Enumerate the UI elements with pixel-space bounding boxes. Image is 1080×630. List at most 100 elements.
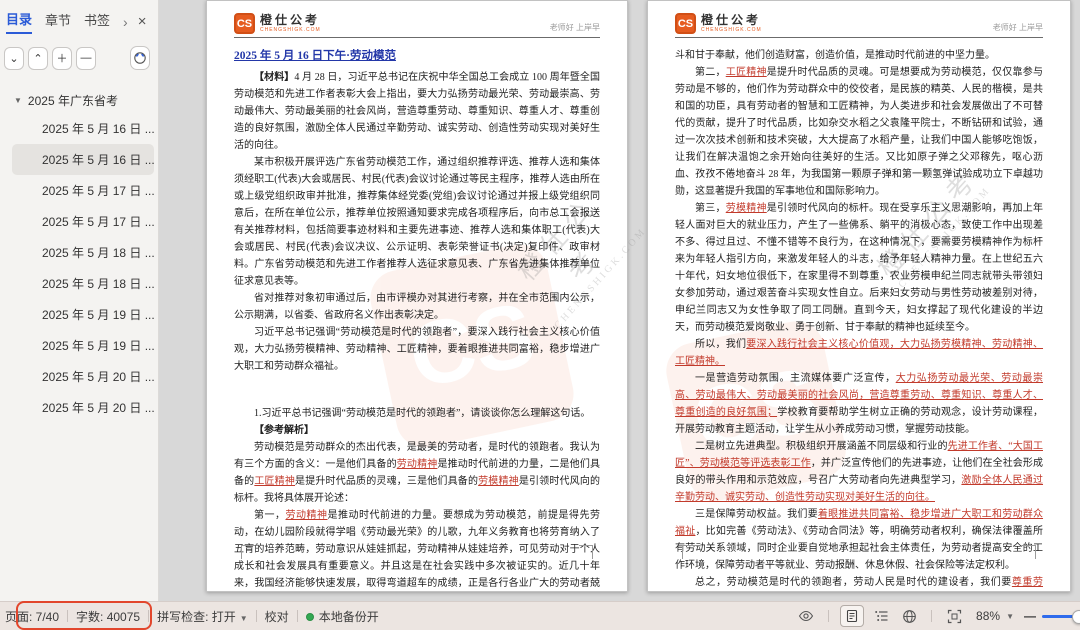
brand-name: 橙仕公考 [260, 14, 321, 26]
toc-item[interactable]: 2025 年 5 月 19 日 ... [12, 330, 154, 361]
toc-item[interactable]: 2025 年 5 月 20 日 ... [12, 392, 154, 423]
page-header: CS 橙仕公考 CHENGSHIGK.COM 老师好 上岸早 [675, 13, 1043, 38]
fullscreen-button[interactable] [943, 606, 965, 626]
fullscreen-icon [947, 609, 962, 624]
tab-bookmarks[interactable]: 书签 [84, 10, 110, 33]
page-view-button[interactable] [840, 605, 864, 627]
paragraph: 斗和甘于奉献，他们创造财富，创造价值，是推动时代前进的中坚力量。 [675, 47, 1043, 64]
page-header: CS 橙仕公考 CHENGSHIGK.COM 老师好 上岸早 [234, 13, 600, 38]
page-margin-mark [241, 545, 255, 559]
toc-item[interactable]: 2025 年 5 月 18 日 ... [12, 237, 154, 268]
toc-parent-label: 2025 年广东省考 [28, 92, 118, 109]
toc-item[interactable]: 2025 年 5 月 18 日 ... [12, 268, 154, 299]
globe-icon [902, 609, 917, 624]
locate-icon [133, 51, 147, 65]
sidebar-toolbar: ⌄ ⌃ ＋ — [0, 39, 158, 76]
paragraph: 第一，劳动精神是推动时代前进的力量。要想成为劳动模范，前提是得先劳动，在幼儿园阶… [234, 507, 600, 591]
paragraph-spacer [234, 375, 600, 405]
toc-item[interactable]: 2025 年 5 月 16 日 ... [12, 144, 154, 175]
paragraph: 总之，劳动模范是时代的领跑者，劳动人民是时代的建设者，我们要尊重劳动、尊重知识、… [675, 574, 1043, 591]
divider [931, 610, 932, 622]
paragraph: 1.习近平总书记强调“劳动模范是时代的领跑者”，请谈谈你怎么理解这句话。 [234, 405, 600, 422]
paragraph: 劳动模范是劳动群众的杰出代表，是最美的劳动者，是时代的领跑者。我认为有三个方面的… [234, 439, 600, 507]
page-body: 【材料】4 月 28 日，习近平总书记在庆祝中华全国总工会成立 100 周年暨全… [234, 69, 600, 591]
document-title: 2025 年 5 月 16 日下午·劳动模范 [234, 47, 600, 63]
app-window: 目录 章节 书签 › × ⌄ ⌃ ＋ — [0, 0, 1080, 630]
divider [148, 610, 149, 622]
zoom-out-button[interactable]: — [1024, 609, 1036, 623]
close-icon[interactable]: × [138, 13, 147, 30]
brand-url: CHENGSHIGK.COM [260, 28, 321, 33]
divider [828, 610, 829, 622]
outline-view-button[interactable] [870, 606, 892, 626]
paragraph: 省对推荐对象初审通过后，由市评模办对其进行考察，并在全市范围内公示，公示期满，以… [234, 290, 600, 324]
paragraph: 一是营造劳动氛围。主流媒体要广泛宣传，大力弘扬劳动最光荣、劳动最崇高、劳动最伟大… [675, 370, 1043, 438]
eye-button[interactable] [795, 606, 817, 626]
divider [67, 610, 68, 622]
paragraph: 【材料】4 月 28 日，习近平总书记在庆祝中华全国总工会成立 100 周年暨全… [234, 69, 600, 154]
sidebar-tab-bar: 目录 章节 书签 › × [0, 0, 158, 39]
document-area[interactable]: CS 橙仕公考 CHENGSHIGK.COM CS 橙仕公考 CHENGSHIG… [159, 0, 1080, 601]
tab-toc[interactable]: 目录 [6, 9, 32, 34]
page-margin-mark [682, 545, 696, 559]
main-area: 目录 章节 书签 › × ⌄ ⌃ ＋ — [0, 0, 1080, 601]
brand-logo-icon: CS [675, 13, 696, 34]
toc-list: 2025 年 5 月 16 日 ...2025 年 5 月 16 日 ...20… [12, 113, 154, 423]
paragraph: 【参考解析】 [234, 422, 600, 439]
page-view-icon [845, 609, 859, 623]
chevron-down-icon: ▼ [240, 614, 248, 623]
spell-check-toggle[interactable]: 拼写检查: 打开▼ [157, 608, 248, 625]
local-backup-indicator[interactable]: 本地备份开 [306, 608, 379, 625]
chevron-right-icon[interactable]: › [123, 14, 128, 30]
zoom-level-indicator[interactable]: 88% [976, 609, 1000, 623]
divider [256, 610, 257, 622]
expand-all-button[interactable]: ＋ [52, 47, 72, 70]
collapse-all-button[interactable]: — [76, 47, 96, 70]
page-margin-mark [1022, 545, 1036, 559]
header-slogan: 老师好 上岸早 [550, 22, 600, 34]
locate-button[interactable] [130, 46, 150, 70]
brand-logo-icon: CS [234, 13, 255, 34]
chevron-down-icon[interactable]: ▼ [1006, 612, 1014, 621]
proofread-button[interactable]: 校对 [265, 608, 289, 625]
document-page-left: CS 橙仕公考 CHENGSHIGK.COM CS 橙仕公考 CHENGSHIG… [206, 0, 628, 592]
toc-item[interactable]: 2025 年 5 月 19 日 ... [12, 299, 154, 330]
green-dot-icon [306, 613, 314, 621]
toc-tree: ▼ 2025 年广东省考 2025 年 5 月 16 日 ...2025 年 5… [0, 76, 158, 423]
toc-item[interactable]: 2025 年 5 月 17 日 ... [12, 206, 154, 237]
page-margin-mark [579, 545, 593, 559]
collapse-up-button[interactable]: ⌃ [28, 47, 48, 70]
paragraph: 第三，劳模精神是引领时代风向的标杆。现在受享乐主义思潮影响，再加上年轻人面对巨大… [675, 200, 1043, 336]
brand: CS 橙仕公考 CHENGSHIGK.COM [234, 13, 321, 34]
divider [297, 610, 298, 622]
paragraph: 所以，我们要深入践行社会主义核心价值观，大力弘扬劳模精神、劳动精神、工匠精神。 [675, 336, 1043, 370]
sidebar: 目录 章节 书签 › × ⌄ ⌃ ＋ — [0, 0, 159, 601]
status-bar: 页面: 7/40 字数: 40075 拼写检查: 打开▼ 校对 本地备份开 [0, 601, 1080, 630]
tab-chapters[interactable]: 章节 [45, 10, 71, 33]
paragraph: 三是保障劳动权益。我们要着眼推进共同富裕、稳步增进广大职工和劳动群众福祉，比如完… [675, 506, 1043, 574]
header-slogan: 老师好 上岸早 [993, 22, 1043, 34]
toc-parent-node[interactable]: ▼ 2025 年广东省考 [12, 88, 154, 113]
zoom-slider[interactable] [1042, 615, 1080, 618]
paragraph: 第二，工匠精神是提升时代品质的灵魂。可是想要成为劳动模范，仅仅靠参与劳动是不够的… [675, 64, 1043, 200]
document-page-right: CS 橙仕公考 CHENGSHIGK.COM CS 橙仕公考 CHENGSHIG… [647, 0, 1071, 592]
brand-url: CHENGSHIGK.COM [701, 28, 762, 33]
status-bar-right: 88% ▼ — [792, 605, 1080, 627]
paragraph: 二是树立先进典型。积极组织开展涵盖不同层级和行业的先进工作者、“大国工匠”、劳动… [675, 438, 1043, 506]
brand: CS 橙仕公考 CHENGSHIGK.COM [675, 13, 762, 34]
brand-name: 橙仕公考 [701, 14, 762, 26]
zoom-slider-knob[interactable] [1072, 610, 1080, 624]
outline-view-icon [874, 609, 889, 623]
toc-item[interactable]: 2025 年 5 月 20 日 ... [12, 361, 154, 392]
collapse-down-button[interactable]: ⌄ [4, 47, 24, 70]
page-body: 斗和甘于奉献，他们创造财富，创造价值，是推动时代前进的中坚力量。第二，工匠精神是… [675, 47, 1043, 591]
triangle-down-icon: ▼ [14, 96, 22, 105]
eye-icon [798, 608, 814, 624]
word-count-indicator[interactable]: 字数: 40075 [76, 608, 140, 625]
paragraph: 习近平总书记强调“劳动模范是时代的领跑者”，要深入践行社会主义核心价值观，大力弘… [234, 324, 600, 375]
toc-item[interactable]: 2025 年 5 月 17 日 ... [12, 175, 154, 206]
paragraph: 某市积极开展评选广东省劳动模范工作，通过组织推荐评选、推荐人选和集体须经职工(代… [234, 154, 600, 290]
toc-item[interactable]: 2025 年 5 月 16 日 ... [12, 113, 154, 144]
web-view-button[interactable] [898, 606, 920, 626]
page-count-indicator[interactable]: 页面: 7/40 [5, 608, 59, 625]
